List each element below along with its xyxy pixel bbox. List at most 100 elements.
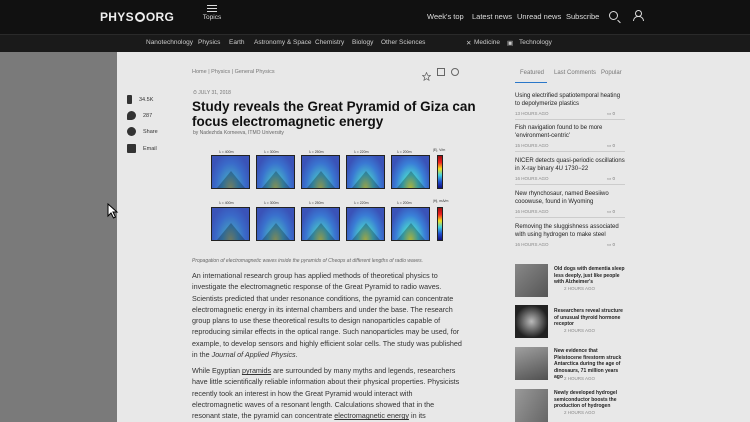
fig-colorbar (437, 207, 443, 241)
share-icon (127, 127, 136, 136)
share-facebook[interactable]: 34.5K (127, 95, 153, 104)
article-title: Study reveals the Great Pyramid of Giza … (192, 99, 476, 129)
sidebar-item[interactable]: Fish navigation found to be more 'enviro… (515, 124, 625, 140)
thumb-time: 2 HOURS AGO (564, 328, 596, 333)
topics-menu-button[interactable]: Topics (200, 5, 224, 21)
sidebar-divider (515, 151, 625, 152)
thumb-title[interactable]: Newly developed hydrogel semiconductor b… (554, 390, 626, 410)
top-navbar: PHYS ORG Topics Week's top Latest news Un… (0, 0, 750, 34)
sidebar-item-time: 16 HOURS AGO (515, 242, 549, 247)
comment-icon: ▭ 0 (607, 143, 616, 148)
sidebar-item-time: 16 HOURS AGO (515, 209, 549, 214)
star-icon[interactable] (421, 68, 432, 82)
article-paragraph-1: An international research group has appl… (192, 271, 462, 360)
fig-panel (301, 207, 340, 241)
fig-panel (211, 207, 250, 241)
figure-caption: Propagation of electromagnetic waves ins… (192, 258, 423, 264)
facebook-icon (127, 95, 132, 104)
fig-colorbar (437, 155, 443, 189)
sidebar-item-time: 16 HOURS AGO (515, 176, 549, 181)
cat-chemistry[interactable]: Chemistry (315, 39, 344, 46)
fig-top-label-3: λ = 250m (309, 150, 324, 154)
fig-bottom-label-1: λ = 400m (219, 201, 234, 205)
article-figure[interactable]: λ = 400m λ = 300m λ = 250m λ = 220m λ = … (197, 148, 457, 256)
fig-bottom-label-4: λ = 220m (354, 201, 369, 205)
twitter-icon (127, 111, 136, 120)
thumb-time: 2 HOURS AGO (564, 376, 596, 381)
article-paragraph-2: While Egyptian pyramids are surrounded b… (192, 366, 460, 421)
fig-bottom-label-5: λ = 200m (397, 201, 412, 205)
cat-physics[interactable]: Physics (198, 39, 220, 46)
thumb-time: 2 HOURS AGO (564, 410, 596, 415)
hamburger-icon (207, 5, 217, 12)
thumb-image[interactable] (515, 347, 548, 380)
sidebar-divider (515, 184, 625, 185)
fig-panel (391, 207, 430, 241)
pdf-icon[interactable] (437, 68, 445, 76)
nav-weeks-top[interactable]: Week's top (427, 12, 464, 21)
fig-panel (346, 207, 385, 241)
thumb-title[interactable]: Old dogs with dementia sleep less deeply… (554, 266, 626, 286)
search-icon[interactable] (609, 11, 618, 20)
link-electromagnetic-energy[interactable]: electromagnetic energy (334, 411, 409, 420)
cat-earth[interactable]: Earth (229, 39, 245, 46)
thumb-image[interactable] (515, 305, 548, 338)
tab-featured[interactable]: Featured (520, 70, 544, 76)
article-date: ⏱ JULY 31, 2018 (193, 90, 231, 96)
cat-technology[interactable]: Technology (519, 39, 552, 46)
fig-bottom-label-2: λ = 300m (264, 201, 279, 205)
thumb-time: 2 HOURS AGO (564, 286, 596, 291)
breadcrumb[interactable]: Home | Physics | General Physics (192, 69, 275, 75)
sidebar-item-time: 13 HOURS AGO (515, 111, 549, 116)
comment-icon: ▭ 0 (607, 111, 616, 116)
sidebar-item[interactable]: Using electrified spatiotemporal heating… (515, 92, 625, 108)
thumb-title[interactable]: Researchers reveal structure of unusual … (554, 308, 626, 328)
user-icon[interactable] (633, 10, 644, 21)
cat-nanotechnology[interactable]: Nanotechnology (146, 39, 193, 46)
cat-other-sciences[interactable]: Other Sciences (381, 39, 425, 46)
fig-panel (391, 155, 430, 189)
tab-last-comments[interactable]: Last Comments (554, 70, 596, 76)
print-icon[interactable] (451, 68, 459, 76)
fig-panel (211, 155, 250, 189)
article-byline: by Nadezhda Korneeva, ITMO University (193, 130, 284, 136)
cat-medicine[interactable]: Medicine (474, 39, 500, 46)
fig-bottom-label-3: λ = 250m (309, 201, 324, 205)
tab-active-indicator (515, 82, 547, 83)
sidebar-item-time: 15 HOURS AGO (515, 143, 549, 148)
fig-top-label-5: λ = 200m (397, 150, 412, 154)
medicine-icon: ✕ (466, 40, 472, 47)
sidebar-divider (515, 119, 625, 120)
fig-panel (346, 155, 385, 189)
fig-top-label-4: λ = 220m (354, 150, 369, 154)
thumb-image[interactable] (515, 264, 548, 297)
nav-subscribe[interactable]: Subscribe (566, 12, 599, 21)
thumb-image[interactable] (515, 389, 548, 422)
sidebar-divider (515, 217, 625, 218)
share-twitter[interactable]: 287 (127, 111, 152, 120)
fig-top-label-1: λ = 400m (219, 150, 234, 154)
logo-ring-icon (134, 12, 145, 22)
fig-bottom-unit: |H|, mA/m (433, 199, 449, 203)
fig-panel (301, 155, 340, 189)
fig-panel (256, 207, 295, 241)
sidebar-item[interactable]: NICER detects quasi-periodic oscillation… (515, 157, 625, 173)
technology-icon: ▣ (507, 40, 514, 47)
nav-latest-news[interactable]: Latest news (472, 12, 512, 21)
sidebar-item[interactable]: New rhynchosaur, named Beesiiwo cooowuse… (515, 190, 625, 206)
sidebar-item[interactable]: Removing the sluggishness associated wit… (515, 223, 625, 239)
email-icon (127, 144, 136, 153)
share-email[interactable]: Email (127, 144, 157, 153)
tab-popular[interactable]: Popular (601, 70, 622, 76)
site-logo[interactable]: PHYS ORG (100, 10, 174, 24)
link-pyramids[interactable]: pyramids (242, 366, 271, 375)
comment-icon: ▭ 0 (607, 176, 616, 181)
cat-biology[interactable]: Biology (352, 39, 373, 46)
share-other[interactable]: Share (127, 127, 158, 136)
cat-astronomy[interactable]: Astronomy & Space (254, 39, 311, 46)
category-bar: Nanotechnology Physics Earth Astronomy &… (0, 34, 750, 52)
nav-unread-news[interactable]: Unread news (517, 12, 561, 21)
comment-icon: ▭ 0 (607, 242, 616, 247)
comment-icon: ▭ 0 (607, 209, 616, 214)
fig-panel (256, 155, 295, 189)
